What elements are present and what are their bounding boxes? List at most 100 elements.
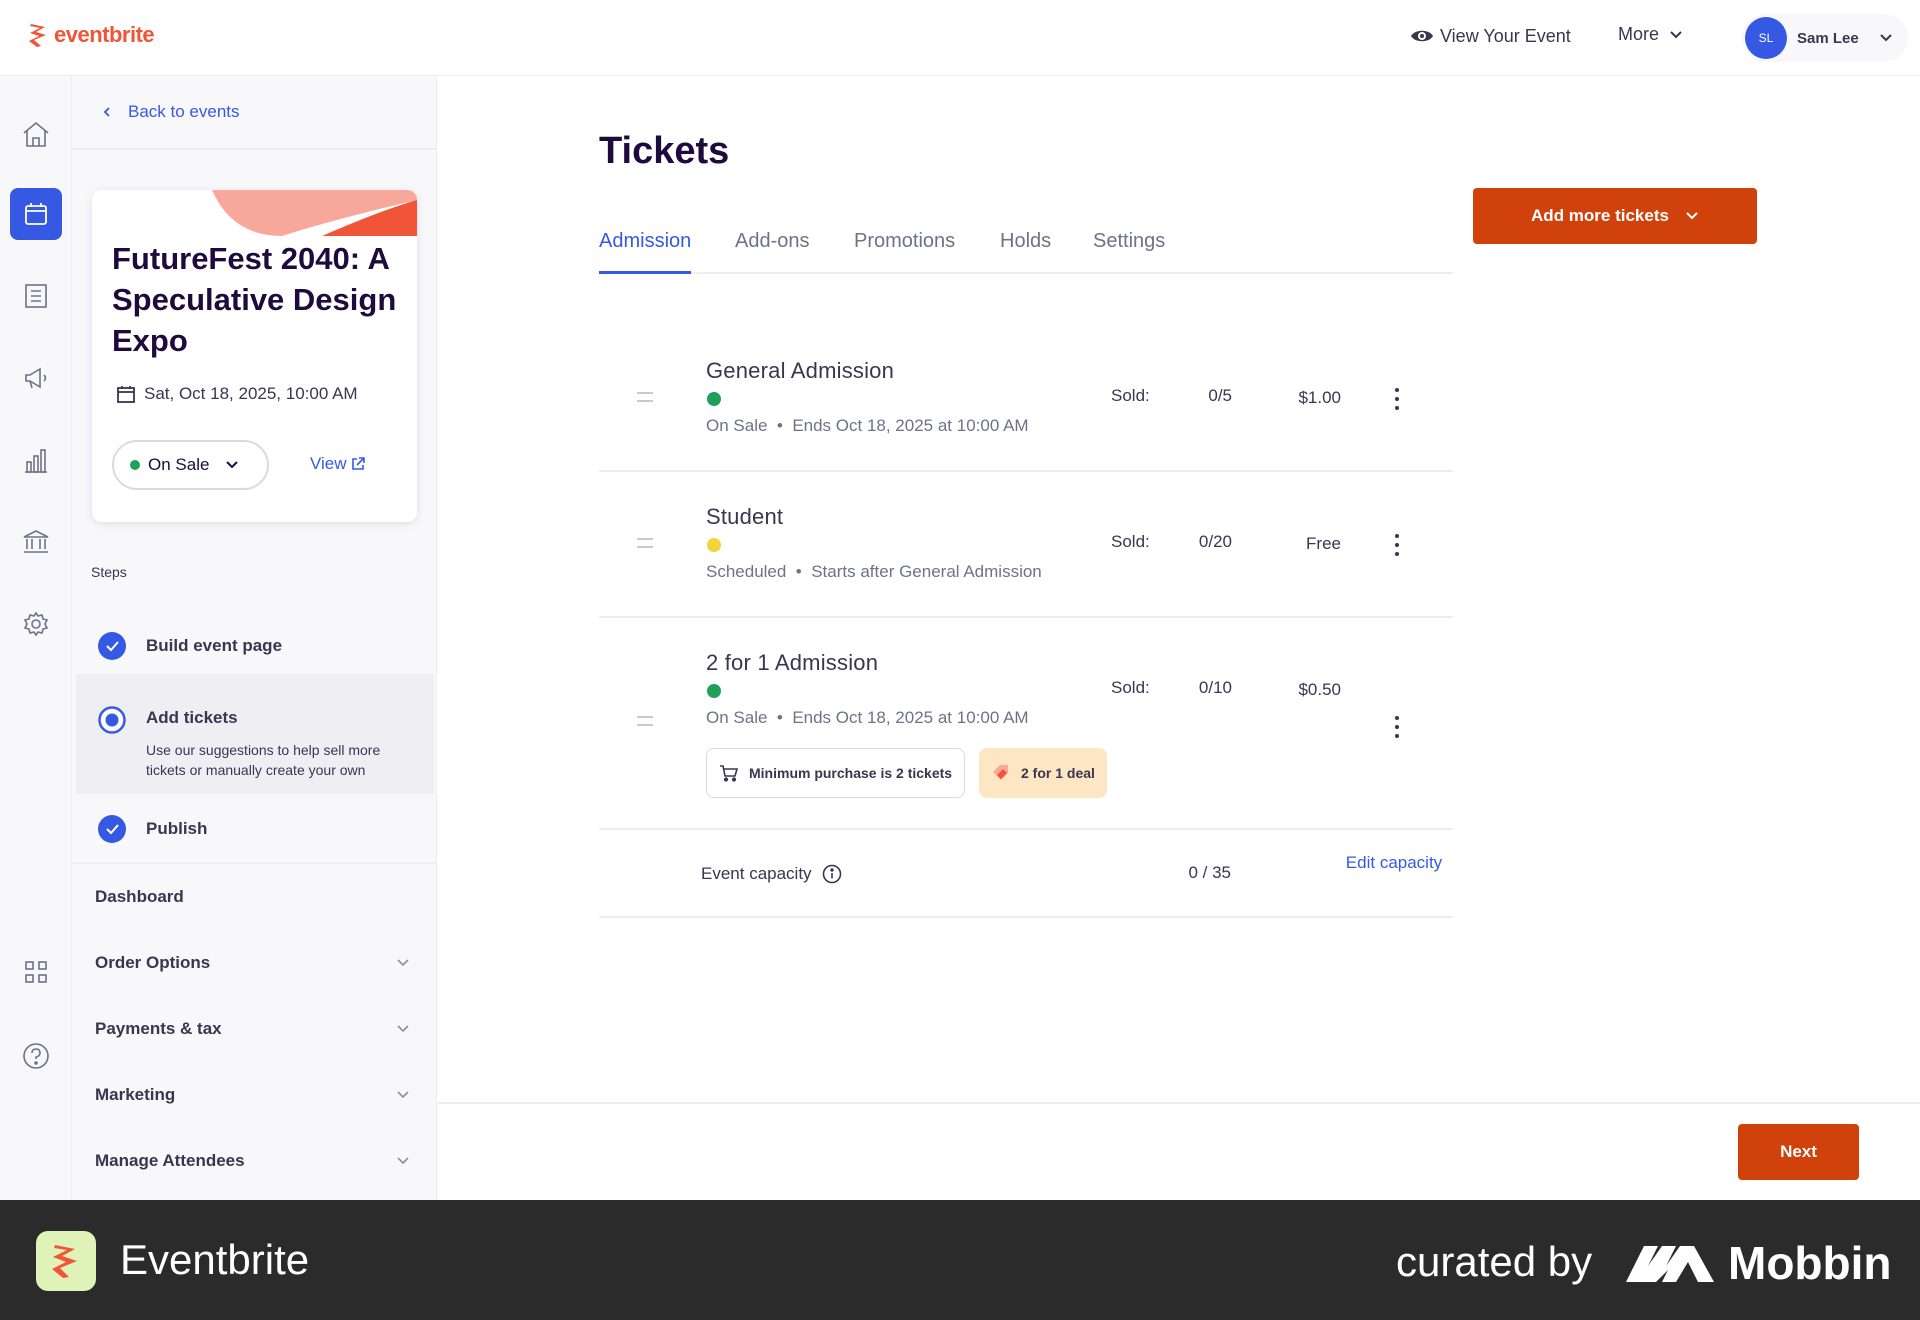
tab-holds[interactable]: Holds <box>1000 230 1051 274</box>
top-bar: eventbrite View Your Event More SL Sam L… <box>0 0 1920 76</box>
ticket-status: On Sale • Ends Oct 18, 2025 at 10:00 AM <box>706 416 1029 435</box>
ticket-price: Free <box>1306 534 1341 553</box>
nav-payments-tax[interactable]: Payments & tax <box>95 1014 410 1044</box>
user-name: Sam Lee <box>1797 29 1859 47</box>
kebab-menu-icon[interactable] <box>1385 530 1409 560</box>
event-title: FutureFest 2040: A Speculative Design Ex… <box>112 241 397 358</box>
icon-rail <box>0 76 72 1200</box>
cart-icon <box>720 765 739 782</box>
drag-handle-icon[interactable] <box>637 716 653 726</box>
edit-capacity-link[interactable]: Edit capacity <box>1339 850 1449 876</box>
event-status-select[interactable]: On Sale <box>112 440 269 490</box>
next-button[interactable]: Next <box>1738 1124 1859 1180</box>
on-sale-status-dot <box>130 460 140 470</box>
calendar-icon[interactable] <box>10 188 62 240</box>
ticket-price: $1.00 <box>1298 388 1341 407</box>
event-sidebar: Back to events FutureFest 2040: A Specul… <box>72 76 437 1200</box>
tab-admission[interactable]: Admission <box>599 230 692 274</box>
chevron-down-icon <box>1670 30 1682 38</box>
tab-add-ons[interactable]: Add-ons <box>735 230 810 274</box>
separator-dot: • <box>772 416 788 435</box>
nav-dashboard[interactable]: Dashboard <box>95 882 410 912</box>
ticket-tabs: Admission Add-ons Promotions Holds Setti… <box>599 230 1453 274</box>
eventbrite-logo-icon <box>29 24 46 47</box>
chevron-down-icon <box>397 1091 409 1099</box>
ticket-row[interactable]: General Admission On Sale • Ends Oct 18,… <box>599 326 1453 472</box>
deal-tag: 2 for 1 deal <box>979 748 1107 798</box>
check-circle-icon <box>98 632 126 660</box>
tab-settings[interactable]: Settings <box>1093 230 1165 274</box>
steps-heading: Steps <box>91 564 127 580</box>
apps-grid-icon[interactable] <box>10 946 62 998</box>
mobbin-logo-icon <box>1626 1246 1714 1282</box>
event-capacity-value: 0 / 35 <box>1188 863 1231 882</box>
add-more-tickets-button[interactable]: Add more tickets <box>1473 188 1757 244</box>
step-build-event-page[interactable]: Build event page <box>76 616 434 676</box>
chevron-down-icon <box>397 959 409 967</box>
ticket-name: 2 for 1 Admission <box>706 650 879 675</box>
megaphone-icon[interactable] <box>10 352 62 404</box>
ticket-price: $0.50 <box>1298 680 1341 699</box>
gear-icon[interactable] <box>10 598 62 650</box>
eye-icon <box>1411 30 1433 42</box>
banner-app-name: Eventbrite <box>120 1236 310 1283</box>
nav-marketing[interactable]: Marketing <box>95 1080 410 1110</box>
info-icon[interactable] <box>822 864 842 884</box>
eventbrite-logo[interactable]: eventbrite <box>28 22 155 48</box>
ticket-status: On Sale • Ends Oct 18, 2025 at 10:00 AM <box>706 708 1029 727</box>
page-title: Tickets <box>599 130 730 172</box>
chevron-down-icon <box>397 1157 409 1165</box>
step-publish[interactable]: Publish <box>76 804 434 864</box>
current-step-icon <box>98 706 126 734</box>
back-to-events-link[interactable]: Back to events <box>102 102 240 122</box>
event-capacity-row: Event capacity 0 / 35 Edit capacity <box>599 830 1453 918</box>
kebab-menu-icon[interactable] <box>1385 712 1409 742</box>
calendar-icon <box>117 386 135 403</box>
ticket-sold-count: 0/5 <box>1208 386 1232 405</box>
ticket-name: General Admission <box>706 358 895 383</box>
external-link-icon <box>351 457 365 470</box>
chevron-down-icon <box>397 1025 409 1033</box>
orders-list-icon[interactable] <box>10 270 62 322</box>
ticket-sold-count: 0/20 <box>1198 532 1232 551</box>
event-card: FutureFest 2040: A Speculative Design Ex… <box>92 190 417 522</box>
bank-icon[interactable] <box>10 516 62 568</box>
bar-chart-icon[interactable] <box>10 434 62 486</box>
price-tag-icon <box>993 765 1008 780</box>
curated-by-label: curated by <box>1396 1238 1593 1285</box>
chevron-down-icon <box>226 461 239 469</box>
action-footer <box>438 1102 1920 1200</box>
separator-dot: • <box>772 708 788 727</box>
ticket-row[interactable]: Student Scheduled • Starts after General… <box>599 472 1453 618</box>
step-description: Use our suggestions to help sell more ti… <box>146 742 381 778</box>
ticket-sold-count: 0/10 <box>1198 678 1232 697</box>
event-card-decoration <box>212 190 417 236</box>
kebab-menu-icon[interactable] <box>1385 384 1409 414</box>
step-add-tickets[interactable]: Add tickets Use our suggestions to help … <box>76 674 434 794</box>
event-date: Sat, Oct 18, 2025, 10:00 AM <box>116 384 358 404</box>
nav-manage-attendees[interactable]: Manage Attendees <box>95 1146 410 1176</box>
drag-handle-icon[interactable] <box>637 538 653 548</box>
divider <box>72 148 437 150</box>
eventbrite-app-icon <box>36 1231 96 1291</box>
avatar: SL <box>1745 17 1787 59</box>
user-menu[interactable]: SL Sam Lee <box>1742 14 1908 62</box>
on-sale-status-dot <box>707 684 721 698</box>
attribution-banner: Eventbrite curated by Mobbin <box>0 1200 1920 1320</box>
min-purchase-tag: Minimum purchase is 2 tickets <box>706 748 966 798</box>
ticket-status: Scheduled • Starts after General Admissi… <box>706 562 1042 581</box>
view-your-event-link[interactable]: View Your Event <box>1410 24 1571 48</box>
mobbin-logo: Mobbin <box>1626 1236 1892 1290</box>
home-icon[interactable] <box>10 108 62 160</box>
help-icon[interactable] <box>10 1030 62 1082</box>
tab-promotions[interactable]: Promotions <box>854 230 955 274</box>
more-menu-button[interactable]: More <box>1618 24 1683 45</box>
chevron-down-icon <box>1686 212 1698 220</box>
scheduled-status-dot <box>707 538 721 552</box>
chevron-left-icon <box>103 107 110 117</box>
view-event-link[interactable]: View <box>310 454 366 474</box>
ticket-name: Student <box>706 504 784 529</box>
drag-handle-icon[interactable] <box>637 392 653 402</box>
ticket-row[interactable]: 2 for 1 Admission On Sale • Ends Oct 18,… <box>599 618 1453 830</box>
nav-order-options[interactable]: Order Options <box>95 948 410 978</box>
